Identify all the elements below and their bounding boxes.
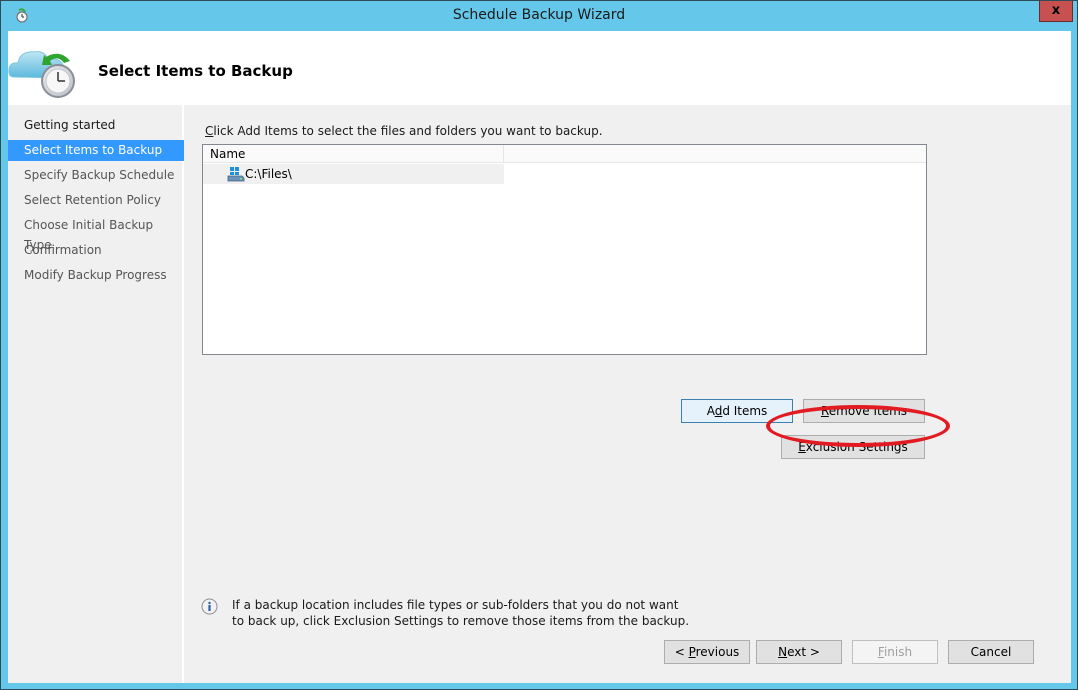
drive-icon xyxy=(227,167,245,182)
label-post: ext > xyxy=(787,645,820,659)
backup-items-list[interactable]: Name C:\Files\ xyxy=(202,144,927,355)
page-title: Select Items to Backup xyxy=(98,62,293,80)
label-post: inish xyxy=(883,645,913,659)
window-title: Schedule Backup Wizard xyxy=(452,7,626,23)
wizard-client-area: Select Items to Backup Getting started S… xyxy=(8,31,1071,683)
label-accel: P xyxy=(688,645,696,659)
step-confirmation: Confirmation xyxy=(24,243,102,257)
label-accel: E xyxy=(798,440,806,454)
instruction-rest: lick Add Items to select the files and f… xyxy=(213,124,603,138)
label-post: xclusion Settings xyxy=(805,440,908,454)
cancel-button[interactable]: Cancel xyxy=(948,640,1034,664)
item-name: C:\Files\ xyxy=(245,167,292,181)
info-icon xyxy=(201,598,218,615)
label-post: emove Items xyxy=(828,404,908,418)
step-getting-started[interactable]: Getting started xyxy=(8,115,184,136)
exclusion-settings-button[interactable]: Exclusion Settings xyxy=(781,435,925,459)
label-pre: A xyxy=(706,404,715,418)
label-pre: < xyxy=(674,645,689,659)
next-button[interactable]: Next > xyxy=(756,640,842,664)
info-message: If a backup location includes file types… xyxy=(232,598,690,628)
list-item[interactable]: C:\Files\ xyxy=(203,164,504,184)
remove-items-button[interactable]: Remove Items xyxy=(803,399,925,423)
instruction-text: Click Add Items to select the files and … xyxy=(205,124,603,138)
step-select-items[interactable]: Select Items to Backup xyxy=(8,140,184,161)
finish-button[interactable]: Finish xyxy=(852,640,938,664)
wizard-content: Click Add Items to select the files and … xyxy=(186,105,1071,683)
previous-button[interactable]: < Previous xyxy=(664,640,750,664)
step-specify-schedule: Specify Backup Schedule xyxy=(24,168,175,182)
label-post: d Items xyxy=(722,404,768,418)
cloud-backup-clock-icon xyxy=(8,51,75,98)
label-accel: R xyxy=(820,404,829,418)
step-modify-progress: Modify Backup Progress xyxy=(24,268,167,282)
step-retention-policy: Select Retention Policy xyxy=(24,193,162,207)
list-header: Name xyxy=(203,145,926,163)
title-bar[interactable]: Schedule Backup Wizard x xyxy=(1,1,1077,31)
column-header-name[interactable]: Name xyxy=(203,145,504,163)
wizard-window: Schedule Backup Wizard x Select Items to… xyxy=(0,0,1078,690)
step-initial-backup-type: Choose Initial Backup Type xyxy=(24,218,154,252)
label-accel: N xyxy=(778,645,788,659)
close-button[interactable]: x xyxy=(1039,1,1073,22)
add-items-button[interactable]: Add Items xyxy=(681,399,793,423)
label-post: revious xyxy=(695,645,740,659)
wizard-steps-sidebar: Getting started Select Items to Backup S… xyxy=(8,105,184,683)
wizard-header: Select Items to Backup xyxy=(8,31,1071,105)
